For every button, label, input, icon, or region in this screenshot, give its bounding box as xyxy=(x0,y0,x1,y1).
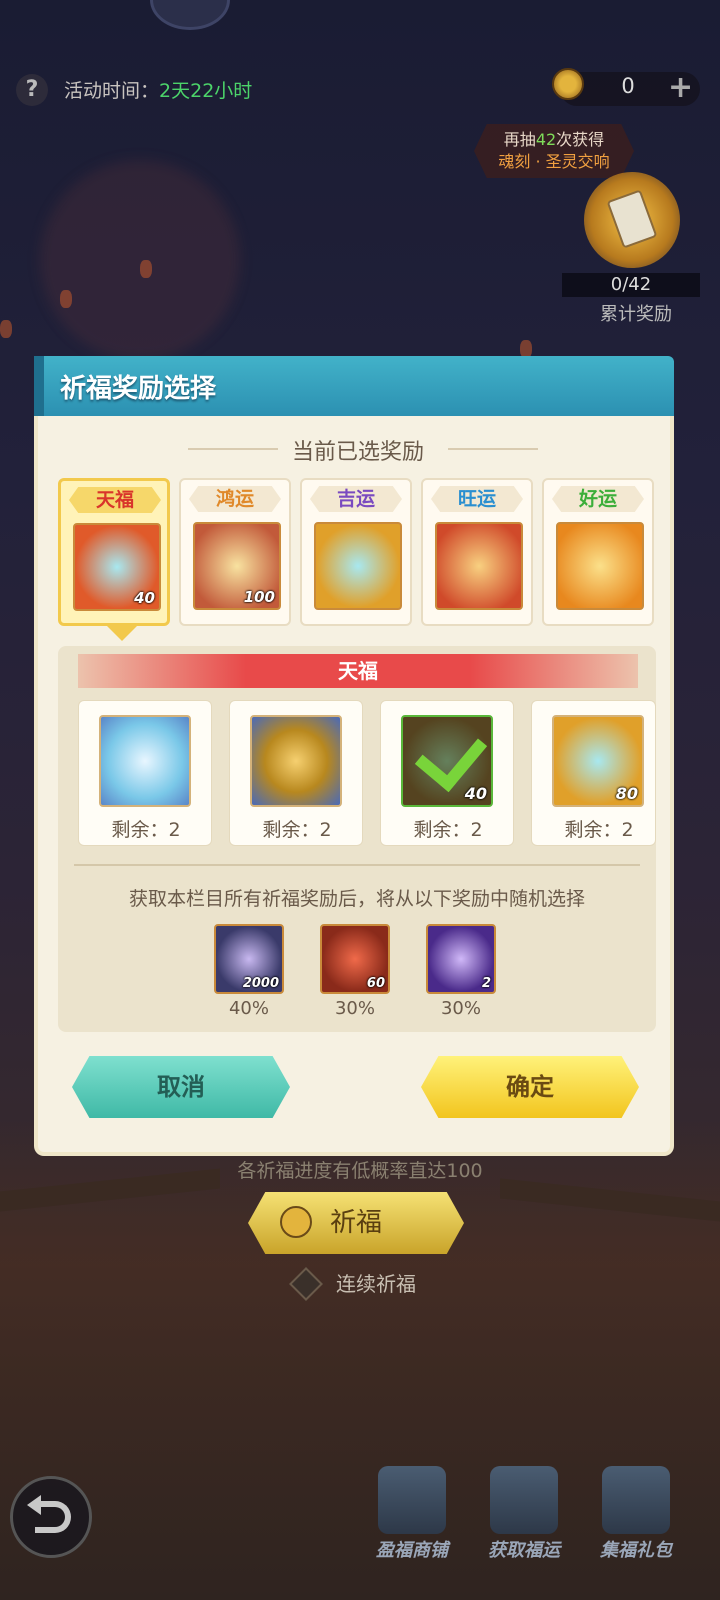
coin-icon xyxy=(552,68,584,100)
item-count: 40 xyxy=(134,589,155,607)
tab-jiyun[interactable]: 吉运 xyxy=(300,478,412,626)
remaining-count: 剩余：2 xyxy=(564,819,634,841)
remaining-count: 剩余：2 xyxy=(413,819,483,841)
pray-label: 祈福 xyxy=(329,1208,382,1238)
modal-header: 祈福奖励选择 xyxy=(34,356,674,420)
tab-label: 好运 xyxy=(552,486,644,512)
random-item-percent: 30% xyxy=(334,998,375,1019)
treasure-chest-icon xyxy=(435,522,523,610)
compass-relic-icon: 80 xyxy=(552,715,644,807)
draw-count: 42 xyxy=(535,130,557,149)
gift-icon xyxy=(602,1466,670,1534)
random-reward-hint: 获取本栏目所有祈福奖励后，将从以下奖励中随机选择 xyxy=(128,888,585,910)
remaining-count: 剩余：2 xyxy=(111,819,181,841)
lantern-decoration xyxy=(140,260,152,278)
red-pouch-icon[interactable]: 60 xyxy=(320,924,390,994)
draw-prefix: 再抽 xyxy=(503,130,536,149)
item-count: 100 xyxy=(243,588,275,606)
cumulative-reward-icon[interactable] xyxy=(584,172,680,268)
scroll-icon xyxy=(606,189,658,249)
reward-item[interactable]: 80 剩余：2 xyxy=(531,700,656,846)
item-count: 60 xyxy=(366,976,385,991)
add-currency-button[interactable]: + xyxy=(668,70,693,105)
tab-pointer-icon xyxy=(106,625,138,641)
back-arrow-tip xyxy=(27,1495,41,1515)
confirm-button[interactable]: 确定 xyxy=(421,1056,639,1118)
tab-hongyun[interactable]: 鸿运 100 xyxy=(179,478,291,626)
modal-title: 祈福奖励选择 xyxy=(60,374,217,404)
cumulative-reward-label: 累计奖励 xyxy=(600,304,672,325)
character-avatar[interactable] xyxy=(150,0,230,30)
panel-divider xyxy=(74,864,640,866)
draw-reward-name: 魂刻 · 圣灵交响 xyxy=(498,152,610,171)
reward-item[interactable]: 剩余：2 xyxy=(78,700,212,846)
tab-label: 旺运 xyxy=(431,486,523,512)
compass-relic-icon: 40 xyxy=(73,523,161,611)
item-count: 40 xyxy=(464,784,487,803)
nav-label: 集福礼包 xyxy=(600,1540,672,1561)
category-title: 天福 xyxy=(78,654,638,688)
lantern-decoration xyxy=(0,320,12,338)
draw-suffix: 次获得 xyxy=(556,130,605,149)
item-count: 2000 xyxy=(242,976,279,991)
nav-label: 盈福商铺 xyxy=(376,1540,448,1561)
cancel-button[interactable]: 取消 xyxy=(72,1056,290,1118)
reward-item[interactable]: 40 剩余：2 xyxy=(380,700,514,846)
progress-hint: 各祈福进度有低概率直达100 xyxy=(237,1160,483,1182)
reward-item[interactable]: 剩余：2 xyxy=(229,700,363,846)
header-accent xyxy=(34,356,44,420)
purple-star-icon[interactable]: 2 xyxy=(426,924,496,994)
section-divider-right xyxy=(448,448,538,450)
activity-time-value: 2天22小时 xyxy=(159,80,253,102)
section-title: 当前已选奖励 xyxy=(291,440,424,465)
nav-shop[interactable]: 盈福商铺 xyxy=(362,1466,462,1586)
nav-get-fortune[interactable]: 获取福运 xyxy=(474,1466,574,1586)
reward-selection-modal: 祈福奖励选择 当前已选奖励 天福 40 鸿运 100 吉运 旺运 好运 天福 剩… xyxy=(34,356,674,1156)
nav-gift-pack[interactable]: 集福礼包 xyxy=(586,1466,686,1586)
random-item-percent: 30% xyxy=(440,998,481,1019)
continuous-pray-label: 连续祈福 xyxy=(336,1272,416,1296)
question-icon[interactable]: ? xyxy=(16,74,48,106)
activity-time: 活动时间：2天22小时 xyxy=(64,76,252,103)
tab-wangyun[interactable]: 旺运 xyxy=(421,478,533,626)
reward-panel: 天福 剩余：2 剩余：2 40 剩余：2 80 剩余：2 获取本栏目所有祈福奖励… xyxy=(58,646,656,1032)
modal-body: 当前已选奖励 天福 40 鸿运 100 吉运 旺运 好运 天福 剩余：2 剩余：… xyxy=(34,416,674,1156)
treasure-chest-icon xyxy=(250,715,342,807)
tab-label: 天福 xyxy=(69,487,161,513)
crystal-scroll-icon[interactable]: 2000 xyxy=(214,924,284,994)
compass-relic-icon: 40 xyxy=(401,715,493,807)
tab-tianfu[interactable]: 天福 40 xyxy=(58,478,170,626)
cumulative-progress: 0/42 xyxy=(562,273,700,297)
book-icon xyxy=(490,1466,558,1534)
coin-icon xyxy=(280,1206,312,1238)
item-count: 80 xyxy=(615,784,638,803)
compass-relic-icon xyxy=(314,522,402,610)
random-item-percent: 40% xyxy=(228,998,269,1019)
lantern-decoration xyxy=(60,290,72,308)
activity-time-label: 活动时间： xyxy=(64,80,160,102)
remaining-count: 剩余：2 xyxy=(262,819,332,841)
tab-haoyun[interactable]: 好运 xyxy=(542,478,654,626)
winged-helmet-icon xyxy=(99,715,191,807)
tab-label: 鸿运 xyxy=(189,486,281,512)
golden-orb-icon xyxy=(556,522,644,610)
nav-label: 获取福运 xyxy=(488,1540,560,1561)
draw-reward-banner: 再抽42次获得 魂刻 · 圣灵交响 xyxy=(474,124,634,178)
item-count: 2 xyxy=(481,976,491,991)
tab-label: 吉运 xyxy=(310,486,402,512)
back-button[interactable] xyxy=(10,1476,92,1558)
background-glow xyxy=(40,160,240,360)
currency-count: 0 xyxy=(621,74,635,98)
golden-armor-icon: 100 xyxy=(193,522,281,610)
shop-icon xyxy=(378,1466,446,1534)
